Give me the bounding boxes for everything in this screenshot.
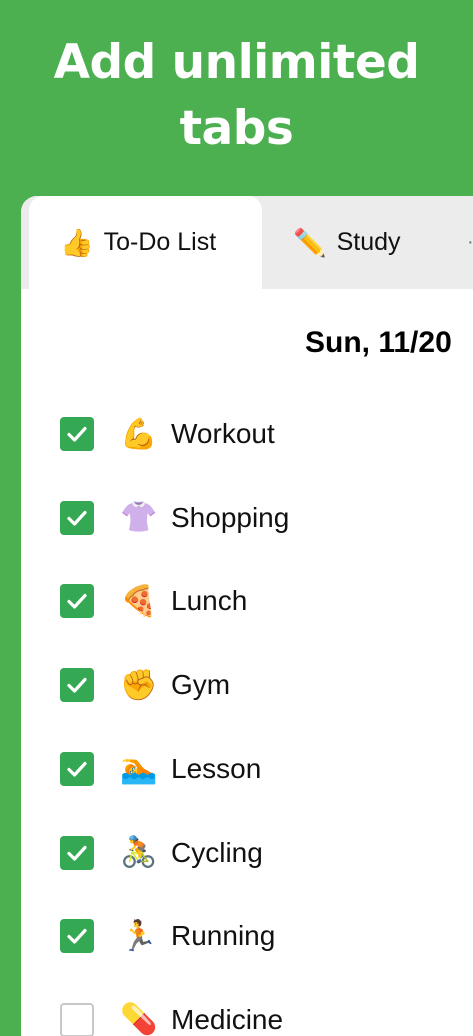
task-label: Workout (171, 418, 275, 449)
thumbs-up-icon: 👍 (60, 227, 94, 259)
checkmark-icon (67, 677, 87, 693)
task-checkbox[interactable] (60, 919, 94, 954)
task-item[interactable]: 🚴 Cycling (60, 823, 263, 883)
task-item[interactable]: 🏊 Lesson (60, 739, 261, 799)
date-header: Sun, 11/20 (305, 326, 452, 359)
tab-overflow-icon: · (467, 231, 473, 254)
task-checkbox[interactable] (60, 1002, 94, 1036)
task-checkbox[interactable] (60, 500, 94, 535)
task-label: Lesson (171, 752, 262, 784)
task-item[interactable]: 🏃 Running (60, 906, 275, 966)
task-label: Running (171, 920, 276, 952)
checkmark-icon (67, 845, 87, 861)
task-label: Medicine (171, 1003, 284, 1035)
task-label: Gym (171, 669, 231, 701)
checkmark-icon (67, 594, 87, 609)
raised-fist-icon: ✊ (120, 667, 158, 703)
task-label: Cycling (171, 836, 263, 868)
task-item[interactable]: 💪 Workout (60, 404, 275, 464)
task-item[interactable]: 👚 Shopping (60, 488, 289, 548)
runner-icon: 🏃 (120, 918, 158, 954)
tab-label: Study (336, 228, 401, 256)
todo-card: 👍 To-Do List ✏️ Study · Sun, 11/20 💪 Work… (21, 196, 473, 1036)
task-checkbox[interactable] (60, 751, 94, 786)
pill-icon: 💊 (120, 1002, 158, 1036)
promo-line-1: Add unlimited (53, 35, 420, 90)
task-checkbox[interactable] (60, 584, 94, 619)
checkmark-icon (67, 426, 87, 442)
checkmark-icon (67, 929, 87, 944)
tab-bar: 👍 To-Do List ✏️ Study · (21, 196, 473, 289)
task-checkbox[interactable] (60, 835, 94, 870)
swimmer-icon: 🏊 (120, 751, 158, 787)
task-label: Lunch (171, 585, 248, 617)
checkmark-icon (67, 761, 87, 777)
cyclist-icon: 🚴 (120, 835, 158, 870)
blouse-icon: 👚 (120, 500, 158, 536)
task-checkbox[interactable] (60, 668, 94, 703)
tab-todo-list[interactable]: 👍 To-Do List (29, 196, 262, 289)
promo-line-2: tabs (179, 101, 294, 156)
task-item[interactable]: 🍕 Lunch (60, 571, 247, 631)
pencil-icon: ✏️ (293, 227, 327, 259)
pizza-icon: 🍕 (120, 583, 158, 619)
flexed-biceps-icon: 💪 (120, 416, 158, 452)
checkmark-icon (67, 510, 87, 526)
promo-headline: Add unlimited tabs (0, 30, 473, 162)
tab-next-partial[interactable]: · (467, 196, 473, 289)
task-item[interactable]: 💊 Medicine (60, 990, 283, 1036)
task-label: Shopping (171, 501, 290, 533)
tab-study[interactable]: ✏️ Study (293, 196, 453, 289)
task-checkbox[interactable] (60, 417, 94, 451)
tab-label: To-Do List (103, 228, 217, 256)
task-item[interactable]: ✊ Gym (60, 655, 230, 715)
